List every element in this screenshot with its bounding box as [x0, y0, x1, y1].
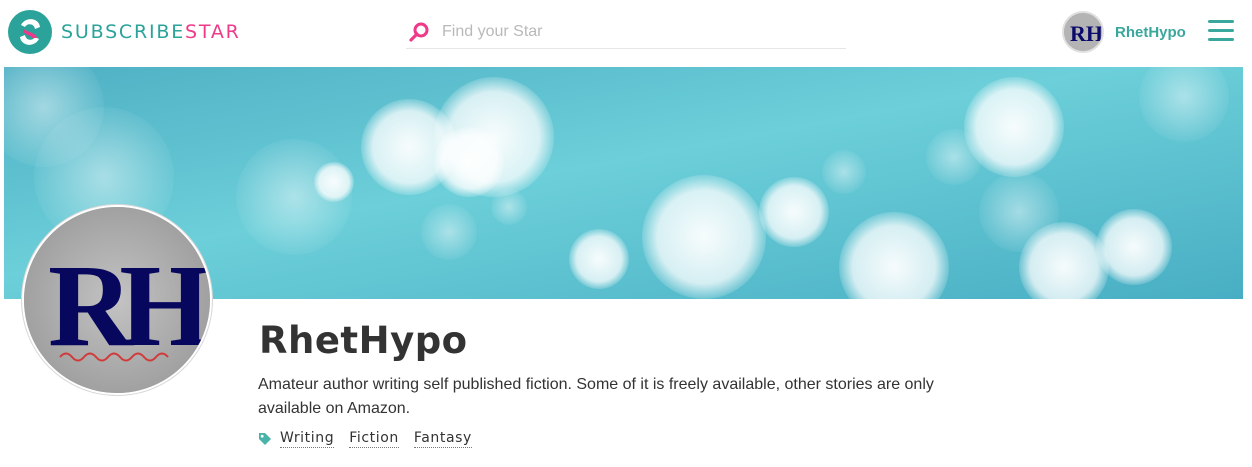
- logo-text-star: STAR: [185, 21, 241, 43]
- logo-text-subscribe: SUBSCRIBE: [61, 21, 186, 43]
- search-bar: [406, 16, 846, 49]
- user-avatar[interactable]: RH: [1062, 11, 1104, 53]
- hamburger-menu-icon[interactable]: [1208, 20, 1234, 42]
- top-header: SUBSCRIBESTAR RH RhetHypo: [0, 0, 1252, 66]
- svg-text:RH: RH: [48, 240, 209, 371]
- search-icon[interactable]: [408, 21, 430, 43]
- subscribestar-logo-icon: [8, 10, 52, 54]
- svg-text:RH: RH: [1070, 21, 1102, 46]
- user-menu[interactable]: RH RhetHypo: [1062, 11, 1186, 53]
- profile-avatar[interactable]: RH: [22, 205, 212, 395]
- user-avatar-image: RH: [1064, 13, 1102, 51]
- profile-avatar-image: RH: [24, 207, 210, 393]
- profile-tags: Writing Fiction Fantasy: [258, 430, 487, 448]
- site-logo[interactable]: SUBSCRIBESTAR: [8, 10, 241, 54]
- tag-fantasy[interactable]: Fantasy: [413, 430, 472, 448]
- profile-name: RhetHypo: [259, 319, 468, 362]
- tag-writing[interactable]: Writing: [280, 430, 335, 448]
- tag-icon: [259, 433, 271, 445]
- search-input[interactable]: [440, 17, 834, 47]
- logo-wordmark: SUBSCRIBESTAR: [61, 21, 241, 43]
- tag-fiction[interactable]: Fiction: [349, 430, 399, 448]
- user-name[interactable]: RhetHypo: [1115, 24, 1186, 41]
- profile-bio: Amateur author writing self published fi…: [258, 376, 934, 417]
